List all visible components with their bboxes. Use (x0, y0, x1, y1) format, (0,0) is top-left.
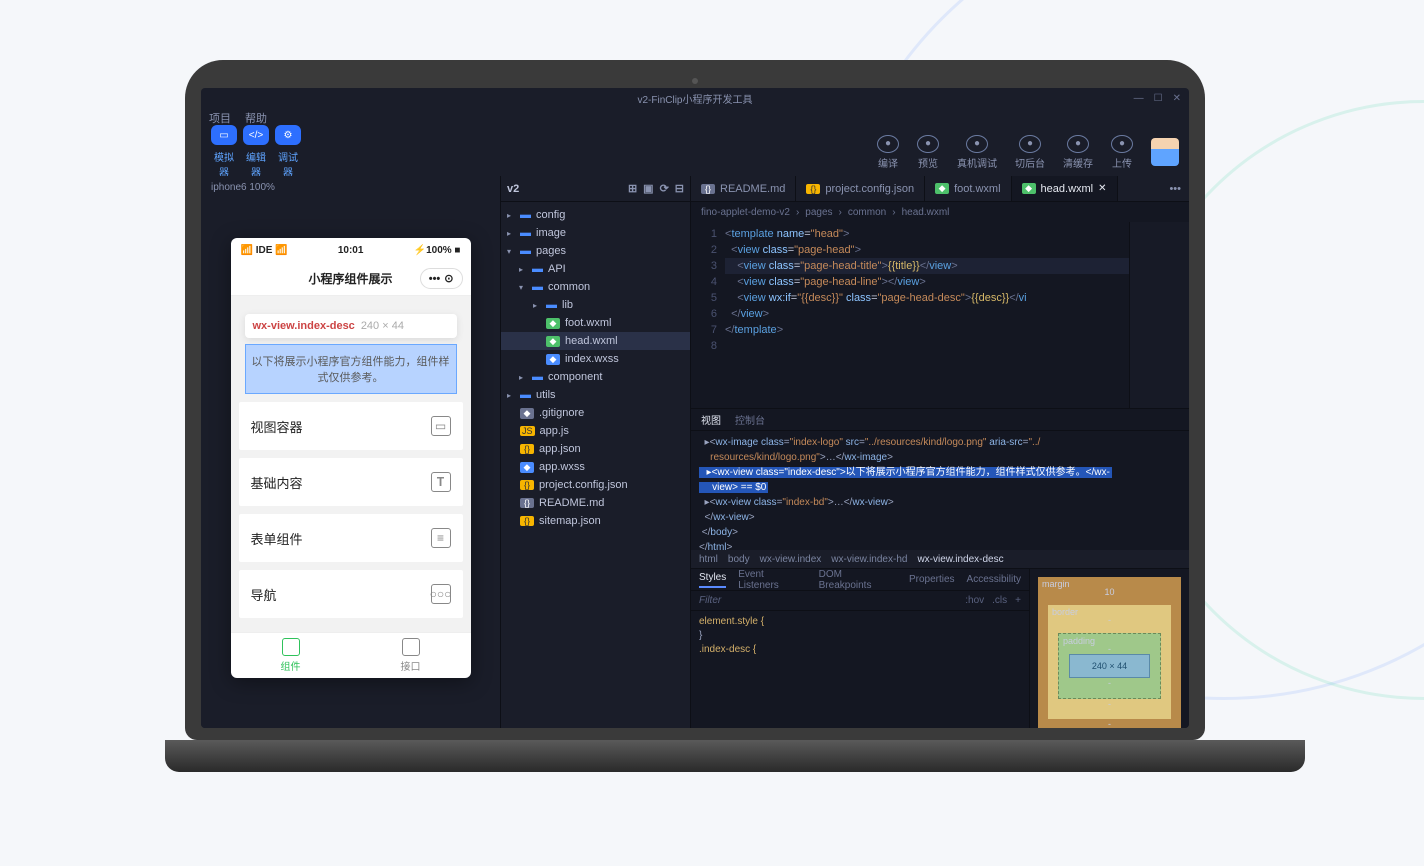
device-label: iphone6 100% (211, 182, 275, 193)
tabbar-item[interactable]: 接口 (351, 633, 471, 678)
maximize-icon[interactable]: ☐ (1154, 93, 1163, 104)
new-folder-icon[interactable]: ▣ (643, 182, 653, 195)
editor-tab[interactable]: ◆foot.wxml (925, 176, 1011, 201)
file-node[interactable]: {}sitemap.json (501, 512, 690, 530)
debugger-toggle[interactable]: ⚙ (275, 125, 301, 145)
crumb-item[interactable]: wx-view.index (760, 554, 822, 565)
component-card[interactable]: 表单组件≡ (239, 514, 463, 562)
editor-tab[interactable]: {}README.md (691, 176, 796, 201)
toolbar-action[interactable]: ●编译 (877, 135, 899, 170)
status-battery: ⚡100% ■ (414, 245, 461, 256)
folder-node[interactable]: ▾▬common (501, 278, 690, 296)
phone-preview: 📶 IDE 📶 10:01 ⚡100% ■ 小程序组件展示 ••• ⊙ w (231, 238, 471, 678)
box-model: margin 10 border - padding - 240 × 44 - (1029, 569, 1189, 728)
styles-filter-action[interactable]: :hov (965, 595, 984, 606)
folder-node[interactable]: ▸▬lib (501, 296, 690, 314)
editor-toggle[interactable]: </> (243, 125, 269, 145)
refresh-icon[interactable]: ⟳ (660, 182, 669, 195)
toolbar-action[interactable]: ●真机调试 (957, 135, 997, 170)
styles-rules[interactable]: element.style {}.index-desc {</span></di… (691, 611, 1029, 728)
menu-item[interactable]: 帮助 (245, 110, 267, 126)
crumb-item[interactable]: html (699, 554, 718, 565)
styles-tab[interactable]: DOM Breakpoints (819, 569, 897, 591)
editor-panel: {}README.md{}project.config.json◆foot.wx… (691, 176, 1189, 728)
simulator-panel: iphone6 100% 📶 IDE 📶 10:01 ⚡100% ■ 小程序组件… (201, 176, 501, 728)
collapse-icon[interactable]: ⊟ (675, 182, 684, 195)
file-node[interactable]: ◆index.wxss (501, 350, 690, 368)
page-title: 小程序组件展示 (308, 270, 392, 287)
tooltip-dimensions: 240 × 44 (361, 320, 404, 332)
styles-filter-action[interactable]: + (1015, 595, 1021, 606)
styles-tab[interactable]: Styles (699, 572, 726, 588)
inspector-tooltip: wx-view.index-desc 240 × 44 (245, 314, 457, 338)
breadcrumb: fino-applet-demo-v2›pages›common›head.wx… (691, 202, 1189, 222)
menubar: 项目帮助 (201, 108, 1189, 128)
crumb-item[interactable]: wx-view.index-hd (831, 554, 907, 565)
component-card[interactable]: 基础内容𝐓 (239, 458, 463, 506)
capsule-close-icon[interactable]: ⊙ (444, 272, 453, 285)
avatar[interactable] (1151, 138, 1179, 166)
status-signal: 📶 IDE 📶 (241, 245, 288, 256)
file-explorer: v2 ⊞ ▣ ⟳ ⊟ ▸▬config▸▬image▾▬pages▸▬API▾▬… (501, 176, 691, 728)
file-node[interactable]: {}README.md (501, 494, 690, 512)
crumb-item[interactable]: wx-view.index-desc (917, 554, 1003, 565)
tabbar-item[interactable]: 组件 (231, 633, 351, 678)
file-node[interactable]: ◆.gitignore (501, 404, 690, 422)
window-title: v2-FinClip小程序开发工具 (637, 91, 752, 106)
folder-node[interactable]: ▸▬utils (501, 386, 690, 404)
devtools-tab[interactable]: 视图 (701, 412, 721, 427)
close-icon[interactable]: ✕ (1173, 93, 1181, 104)
titlebar: v2-FinClip小程序开发工具 — ☐ ✕ (201, 88, 1189, 108)
toolbar: ▭ </> ⚙ 模拟器编辑器调试器 ●编译●预览●真机调试●切后台●清缓存●上传 (201, 128, 1189, 176)
styles-tab[interactable]: Properties (909, 574, 955, 585)
inspected-element[interactable]: 以下将展示小程序官方组件能力，组件样式仅供参考。 (245, 344, 457, 394)
component-card[interactable]: 视图容器▭ (239, 402, 463, 450)
elements-tree[interactable]: ▸<wx-image class="index-logo" src="../re… (691, 431, 1189, 550)
laptop-mockup: v2-FinClip小程序开发工具 — ☐ ✕ 项目帮助 ▭ </> ⚙ 模拟器… (165, 60, 1225, 780)
toolbar-action[interactable]: ●清缓存 (1063, 135, 1093, 170)
file-node[interactable]: {}project.config.json (501, 476, 690, 494)
folder-node[interactable]: ▸▬component (501, 368, 690, 386)
file-node[interactable]: ◆app.wxss (501, 458, 690, 476)
minimize-icon[interactable]: — (1134, 93, 1144, 104)
project-root[interactable]: v2 (507, 183, 519, 195)
devtools-panel: 视图控制台 ▸<wx-image class="index-logo" src=… (691, 408, 1189, 728)
folder-node[interactable]: ▸▬image (501, 224, 690, 242)
elements-breadcrumb: html body wx-view.index wx-view.index-hd wx-… (691, 550, 1189, 568)
code-editor[interactable]: 12345678 <template name="head"> <view cl… (691, 222, 1189, 408)
menu-item[interactable]: 项目 (209, 110, 231, 126)
devtools-tab[interactable]: 控制台 (735, 412, 765, 427)
styles-tab[interactable]: Accessibility (967, 574, 1021, 585)
styles-filter-input[interactable]: Filter (699, 595, 721, 606)
editor-tab[interactable]: ◆head.wxml✕ (1012, 176, 1118, 201)
simulator-toggle[interactable]: ▭ (211, 125, 237, 145)
crumb-item[interactable]: body (728, 554, 750, 565)
styles-tab[interactable]: Event Listeners (738, 569, 806, 591)
capsule-menu-icon[interactable]: ••• (429, 273, 441, 285)
new-file-icon[interactable]: ⊞ (628, 182, 637, 195)
file-node[interactable]: ◆head.wxml (501, 332, 690, 350)
editor-more-icon[interactable]: ••• (1161, 183, 1189, 195)
file-node[interactable]: {}app.json (501, 440, 690, 458)
minimap[interactable] (1129, 222, 1189, 408)
styles-filter-action[interactable]: .cls (992, 595, 1007, 606)
toolbar-action[interactable]: ●切后台 (1015, 135, 1045, 170)
toolbar-action[interactable]: ●上传 (1111, 135, 1133, 170)
tooltip-selector: wx-view.index-desc (253, 320, 355, 332)
folder-node[interactable]: ▾▬pages (501, 242, 690, 260)
status-time: 10:01 (338, 245, 364, 256)
file-node[interactable]: JSapp.js (501, 422, 690, 440)
file-node[interactable]: ◆foot.wxml (501, 314, 690, 332)
component-card[interactable]: 导航○○○ (239, 570, 463, 618)
ide-window: v2-FinClip小程序开发工具 — ☐ ✕ 项目帮助 ▭ </> ⚙ 模拟器… (201, 88, 1189, 728)
toolbar-action[interactable]: ●预览 (917, 135, 939, 170)
editor-tab[interactable]: {}project.config.json (796, 176, 925, 201)
folder-node[interactable]: ▸▬API (501, 260, 690, 278)
folder-node[interactable]: ▸▬config (501, 206, 690, 224)
